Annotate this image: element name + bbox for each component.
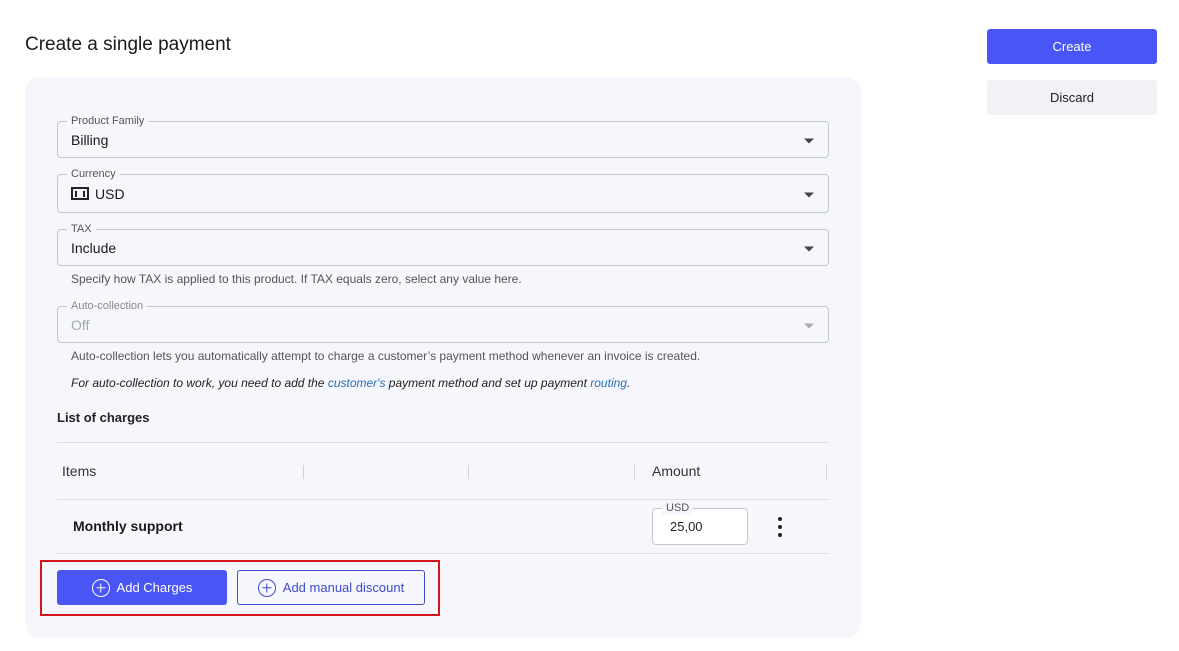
note-text: . [626, 376, 631, 390]
amount-value: 25,00 [670, 519, 703, 534]
amount-column-header: Amount [652, 463, 701, 479]
discard-button[interactable]: Discard [987, 80, 1157, 115]
auto-collection-label: Auto-collection [67, 299, 148, 313]
tax-value: Include [71, 239, 117, 256]
note-text: For auto-collection to work, you need to… [71, 376, 328, 390]
product-family-value: Billing [71, 131, 109, 148]
charges-section-title: List of charges [57, 410, 150, 425]
tax-label: TAX [67, 222, 96, 236]
page-title: Create a single payment [25, 34, 231, 55]
add-charges-label: Add Charges [116, 580, 193, 595]
column-separator[interactable] [826, 465, 827, 479]
currency-select[interactable]: Currency USD [57, 167, 829, 213]
currency-label: Currency [67, 167, 120, 181]
tax-select[interactable]: TAX Include [57, 222, 829, 266]
product-family-select[interactable]: Product Family Billing [57, 114, 829, 158]
create-button[interactable]: Create [987, 29, 1157, 64]
dropdown-arrow-icon [804, 138, 814, 143]
charge-item-name: Monthly support [73, 518, 183, 534]
add-manual-discount-label: Add manual discount [282, 580, 405, 595]
routing-link[interactable]: routing [590, 376, 627, 390]
dropdown-arrow-icon [804, 192, 814, 197]
auto-collection-helper-text: Auto-collection lets you automatically a… [71, 349, 701, 363]
currency-value: USD [95, 185, 125, 202]
money-bill-icon [71, 187, 89, 200]
add-manual-discount-button[interactable]: Add manual discount [237, 570, 425, 605]
plus-circle-icon [91, 578, 110, 597]
items-column-header: Items [62, 463, 97, 479]
column-separator [634, 465, 635, 479]
dropdown-arrow-icon [804, 246, 814, 251]
divider [57, 442, 829, 443]
divider [57, 553, 829, 554]
tax-helper-text: Specify how TAX is applied to this produ… [71, 272, 522, 286]
more-options-icon[interactable] [772, 517, 788, 537]
divider [57, 499, 829, 500]
dropdown-arrow-icon [804, 323, 814, 328]
product-family-label: Product Family [67, 114, 149, 128]
add-charges-button[interactable]: Add Charges [57, 570, 227, 605]
plus-circle-icon [257, 578, 276, 597]
auto-collection-value: Off [71, 316, 90, 333]
currency-value-wrap: USD [71, 186, 125, 202]
amount-currency-label: USD [662, 501, 694, 515]
auto-collection-select: Auto-collection Off [57, 299, 829, 343]
column-separator [303, 465, 304, 479]
note-text: payment method and set up payment [385, 376, 591, 390]
charge-amount-input[interactable]: USD 25,00 [652, 501, 748, 545]
customers-link[interactable]: customer's [328, 376, 386, 390]
column-separator [468, 465, 469, 479]
auto-collection-note: For auto-collection to work, you need to… [71, 376, 630, 390]
